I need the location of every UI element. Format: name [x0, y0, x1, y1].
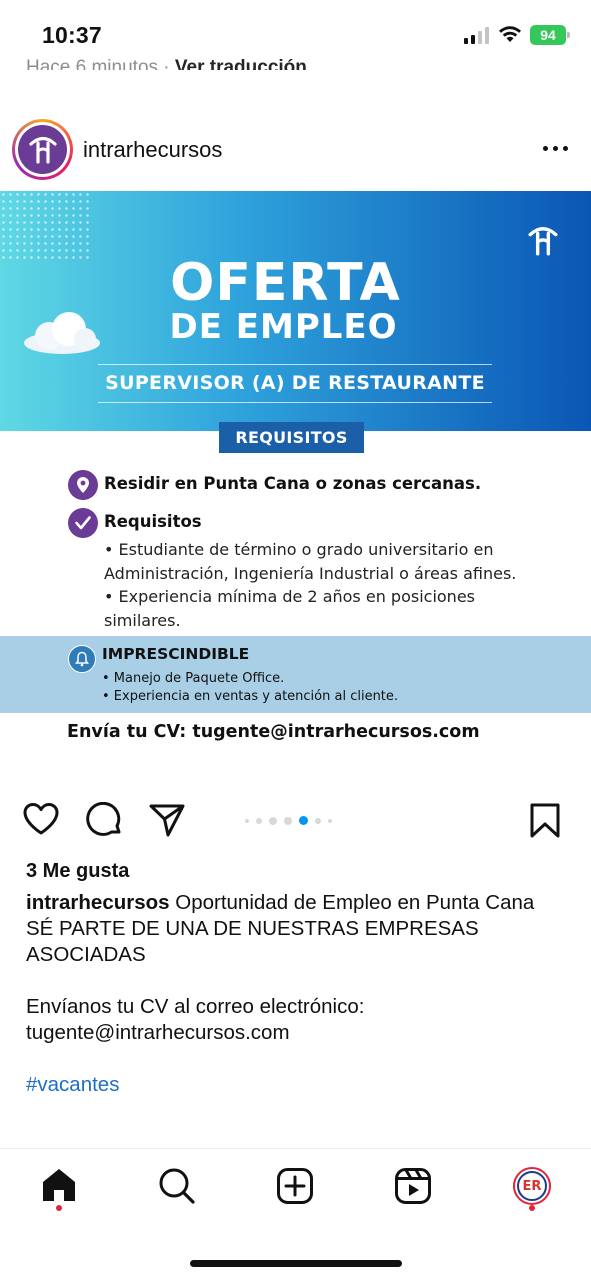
caption-text: Envíanos tu CV al correo electrónico: [26, 995, 365, 1018]
flyer-banner: OFERTA DE EMPLEO SUPERVISOR (A) DE RESTA… [0, 191, 591, 431]
bookmark-icon[interactable] [528, 802, 562, 840]
divider [98, 402, 492, 403]
intrarhe-logo-icon [18, 125, 67, 174]
divider [98, 364, 492, 365]
nav-profile[interactable]: ER [512, 1167, 552, 1211]
caption-email: tugente@intrarhecursos.com [26, 1021, 290, 1044]
requirement-item: • Experiencia mínima de 2 años en posici… [104, 587, 475, 630]
bell-icon [68, 645, 96, 673]
see-translation-link[interactable]: Ver traducción [175, 58, 307, 70]
offer-title-line2: DE EMPLEO [169, 307, 398, 347]
post-meta-cut: Hace 6 minutos · Ver traducción [26, 58, 307, 70]
requirement-item: • Estudiante de término o grado universi… [104, 540, 517, 583]
post-caption: intrarhecursos Oportunidad de Empleo en … [26, 890, 566, 1098]
story-ring-avatar[interactable] [12, 119, 73, 180]
essential-item: • Experiencia en ventas y atención al cl… [102, 689, 399, 704]
requirements-tag: REQUISITOS [219, 422, 364, 453]
ellipsis-icon[interactable] [543, 146, 568, 151]
checkmark-icon [68, 508, 98, 538]
essential-list: • Manejo de Paquete Office. • Experienci… [102, 670, 398, 706]
position-title: SUPERVISOR (A) DE RESTAURANTE [105, 372, 485, 394]
nav-create[interactable] [275, 1167, 315, 1211]
nav-home[interactable] [39, 1167, 79, 1211]
cellular-signal-icon [464, 26, 489, 44]
caption-username[interactable]: intrarhecursos [26, 891, 170, 914]
location-requirement-text: Residir en Punta Cana o zonas cercanas. [104, 474, 482, 493]
requirements-heading: Requisitos [104, 512, 202, 531]
profile-avatar: ER [513, 1167, 551, 1205]
caption-text: Oportunidad de Empleo en Punta Cana [175, 891, 535, 914]
dots-decoration [0, 191, 90, 261]
status-time: 10:37 [42, 22, 102, 48]
comment-icon[interactable] [86, 802, 124, 838]
nav-reels[interactable] [393, 1167, 433, 1211]
carousel-indicator [245, 816, 332, 825]
bottom-nav: ER [0, 1148, 591, 1280]
send-cv-line: Envía tu CV: tugente@intrarhecursos.com [67, 722, 480, 742]
send-icon[interactable] [148, 802, 186, 838]
caption-text: SÉ PARTE DE UNA DE NUESTRAS EMPRESAS ASO… [26, 917, 479, 966]
notification-dot [56, 1205, 62, 1211]
notification-dot [529, 1205, 535, 1211]
heart-icon[interactable] [22, 802, 60, 836]
time-ago: Hace 6 minutos [26, 58, 159, 70]
post-header: intrarhecursos [0, 112, 591, 188]
post-image[interactable]: OFERTA DE EMPLEO SUPERVISOR (A) DE RESTA… [0, 191, 591, 769]
search-icon [159, 1168, 195, 1204]
likes-count[interactable]: 3 Me gusta [26, 860, 129, 883]
wifi-icon [499, 26, 521, 42]
essential-item: • Manejo de Paquete Office. [102, 671, 285, 686]
nav-search[interactable] [157, 1167, 197, 1211]
status-bar: 10:37 94 Hace 6 minutos · Ver traducción [0, 0, 591, 70]
essential-band: IMPRESCINDIBLE • Manejo de Paquete Offic… [0, 636, 591, 713]
battery-indicator: 94 [530, 25, 570, 45]
location-pin-icon [68, 470, 98, 500]
home-indicator[interactable] [190, 1260, 402, 1267]
essential-heading: IMPRESCINDIBLE [102, 645, 250, 663]
post-actions [0, 796, 591, 846]
offer-title-line1: OFERTA [170, 253, 401, 313]
home-icon [43, 1169, 75, 1201]
profile-initials: ER [517, 1171, 547, 1201]
reels-icon [395, 1168, 431, 1204]
requirements-list: • Estudiante de término o grado universi… [104, 538, 554, 632]
create-icon [277, 1168, 313, 1204]
post-username[interactable]: intrarhecursos [83, 137, 222, 163]
hashtag-link[interactable]: #vacantes [26, 1072, 566, 1098]
